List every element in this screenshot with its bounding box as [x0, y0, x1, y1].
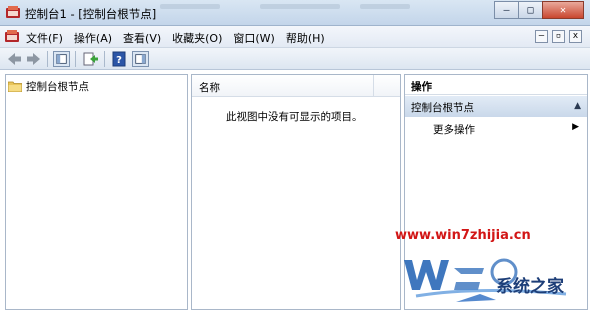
show-hide-action-pane-icon[interactable]: [132, 51, 149, 67]
column-header-name[interactable]: 名称: [199, 80, 220, 95]
toolbar: ?: [0, 48, 590, 70]
title-bar[interactable]: 控制台1 - [控制台根节点] — □ ✕: [0, 0, 590, 26]
tree-node-label: 控制台根节点: [26, 80, 89, 93]
watermark-site-name: 系统之家: [496, 277, 564, 297]
action-pane-title: 操作: [405, 75, 587, 95]
window-controls: — □ ✕: [494, 1, 584, 19]
console-app-icon: [6, 6, 20, 18]
mdi-close-button[interactable]: x: [569, 30, 582, 43]
console-menu-icon[interactable]: [4, 29, 20, 44]
tree-pane[interactable]: 控制台根节点: [5, 74, 188, 310]
menu-action[interactable]: 操作(A): [74, 30, 112, 46]
back-icon[interactable]: [6, 51, 23, 67]
show-hide-tree-icon[interactable]: [53, 51, 70, 67]
toolbar-separator: [104, 51, 105, 67]
collapse-caret-icon[interactable]: ▲: [574, 101, 581, 111]
column-divider[interactable]: [373, 75, 374, 97]
menu-help[interactable]: 帮助(H): [286, 30, 325, 46]
action-section-label: 控制台根节点: [411, 102, 474, 114]
close-button[interactable]: ✕: [542, 1, 584, 19]
window-title: 控制台1 - [控制台根节点]: [25, 7, 157, 21]
submenu-arrow-icon: ▶: [572, 122, 579, 132]
export-list-icon[interactable]: [82, 51, 99, 67]
toolbar-separator: [47, 51, 48, 67]
result-pane[interactable]: 名称 此视图中没有可显示的项目。: [191, 74, 401, 310]
forward-icon[interactable]: [25, 51, 42, 67]
restore-button[interactable]: □: [518, 1, 543, 19]
menu-file[interactable]: 文件(F): [26, 30, 63, 46]
blurred-text: [160, 4, 220, 9]
folder-icon: [8, 81, 22, 92]
empty-view-message: 此视图中没有可显示的项目。: [226, 111, 363, 123]
minimize-button[interactable]: —: [494, 1, 519, 19]
list-header: 名称: [192, 75, 400, 97]
blurred-text: [260, 4, 340, 9]
tree-node-root[interactable]: 控制台根节点: [8, 78, 89, 94]
menu-favorites[interactable]: 收藏夹(O): [172, 30, 222, 46]
help-icon[interactable]: ?: [111, 51, 128, 67]
toolbar-separator: [75, 51, 76, 67]
mdi-restore-button[interactable]: ▫: [552, 30, 565, 43]
mdi-minimize-button[interactable]: –: [535, 30, 548, 43]
watermark-url: www.win7zhijia.cn: [395, 228, 531, 243]
svg-text:?: ?: [116, 55, 122, 66]
menu-bar: 文件(F) 操作(A) 查看(V) 收藏夹(O) 窗口(W) 帮助(H) – ▫…: [0, 26, 590, 48]
more-actions-item[interactable]: 更多操作 ▶: [405, 120, 587, 138]
action-section-header[interactable]: 控制台根节点 ▲: [405, 96, 587, 117]
menu-view[interactable]: 查看(V): [123, 30, 161, 46]
menu-window[interactable]: 窗口(W): [233, 30, 274, 46]
blurred-text: [360, 4, 410, 9]
more-actions-label: 更多操作: [433, 124, 475, 136]
